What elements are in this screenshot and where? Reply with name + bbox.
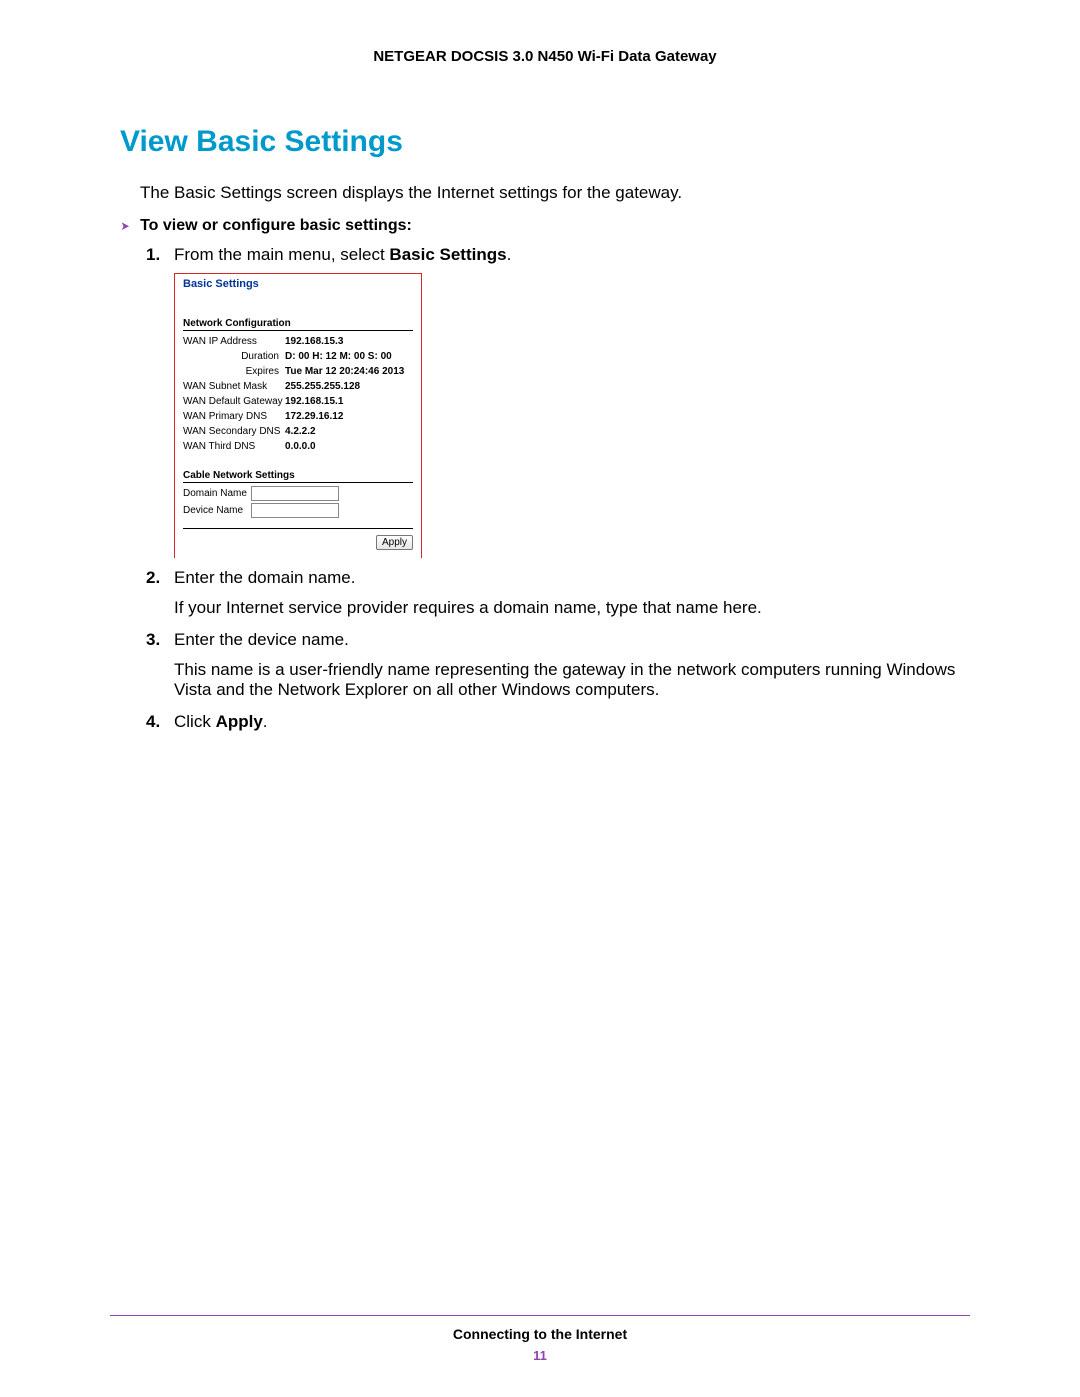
step-1: From the main menu, select Basic Setting… [174, 245, 970, 558]
secondary-dns-value: 4.2.2.2 [285, 424, 316, 439]
step-2-text: Enter the domain name. [174, 568, 355, 587]
domain-name-label: Domain Name [183, 488, 251, 499]
primary-dns-value: 172.29.16.12 [285, 409, 343, 424]
footer-section: Connecting to the Internet [110, 1326, 970, 1342]
step-1-post: . [507, 245, 512, 264]
expires-row: Expires Tue Mar 12 20:24:46 2013 [183, 364, 413, 379]
network-config-head: Network Configuration [183, 318, 413, 331]
device-name-label: Device Name [183, 505, 251, 516]
device-name-input[interactable] [251, 503, 339, 518]
step-2-sub: If your Internet service provider requir… [174, 598, 970, 618]
gateway-label: WAN Default Gateway [183, 394, 285, 409]
procedure-intro-text: To view or configure basic settings: [140, 217, 412, 235]
device-name-row: Device Name [183, 503, 413, 518]
step-3-sub: This name is a user-friendly name repres… [174, 660, 970, 700]
third-dns-row: WAN Third DNS 0.0.0.0 [183, 439, 413, 454]
procedure-intro: ➤ To view or configure basic settings: [120, 217, 970, 235]
basic-settings-screenshot: Basic Settings Network Configuration WAN… [174, 273, 422, 558]
apply-button[interactable]: Apply [376, 535, 413, 550]
wan-ip-row: WAN IP Address 192.168.15.3 [183, 334, 413, 349]
step-4-pre: Click [174, 712, 216, 731]
gateway-value: 192.168.15.1 [285, 394, 343, 409]
expires-value: Tue Mar 12 20:24:46 2013 [285, 364, 404, 379]
triangle-icon: ➤ [121, 219, 130, 233]
steps-list: From the main menu, select Basic Setting… [140, 245, 970, 732]
step-4: Click Apply. [174, 712, 970, 732]
subnet-value: 255.255.255.128 [285, 379, 360, 394]
third-dns-value: 0.0.0.0 [285, 439, 316, 454]
shot-title: Basic Settings [183, 278, 413, 290]
domain-name-input[interactable] [251, 486, 339, 501]
secondary-dns-label: WAN Secondary DNS [183, 424, 285, 439]
document-header: NETGEAR DOCSIS 3.0 N450 Wi-Fi Data Gatew… [120, 48, 970, 65]
wan-ip-value: 192.168.15.3 [285, 334, 343, 349]
page-footer: Connecting to the Internet 11 [110, 1315, 970, 1363]
step-2: Enter the domain name. If your Internet … [174, 568, 970, 618]
duration-row: Duration D: 00 H: 12 M: 00 S: 00 [183, 349, 413, 364]
primary-dns-label: WAN Primary DNS [183, 409, 285, 424]
cable-settings-head: Cable Network Settings [183, 470, 413, 483]
wan-ip-label: WAN IP Address [183, 334, 285, 349]
step-4-post: . [263, 712, 268, 731]
step-1-pre: From the main menu, select [174, 245, 389, 264]
step-1-bold: Basic Settings [389, 245, 506, 264]
subnet-row: WAN Subnet Mask 255.255.255.128 [183, 379, 413, 394]
subnet-label: WAN Subnet Mask [183, 379, 285, 394]
step-4-bold: Apply [216, 712, 263, 731]
intro-text: The Basic Settings screen displays the I… [140, 183, 970, 203]
page-number: 11 [110, 1348, 970, 1363]
expires-label: Expires [183, 364, 285, 379]
duration-value: D: 00 H: 12 M: 00 S: 00 [285, 349, 392, 364]
duration-label: Duration [183, 349, 285, 364]
step-3: Enter the device name. This name is a us… [174, 630, 970, 700]
third-dns-label: WAN Third DNS [183, 439, 285, 454]
page-title: View Basic Settings [120, 125, 970, 159]
gateway-row: WAN Default Gateway 192.168.15.1 [183, 394, 413, 409]
step-3-text: Enter the device name. [174, 630, 349, 649]
secondary-dns-row: WAN Secondary DNS 4.2.2.2 [183, 424, 413, 439]
domain-name-row: Domain Name [183, 486, 413, 501]
primary-dns-row: WAN Primary DNS 172.29.16.12 [183, 409, 413, 424]
